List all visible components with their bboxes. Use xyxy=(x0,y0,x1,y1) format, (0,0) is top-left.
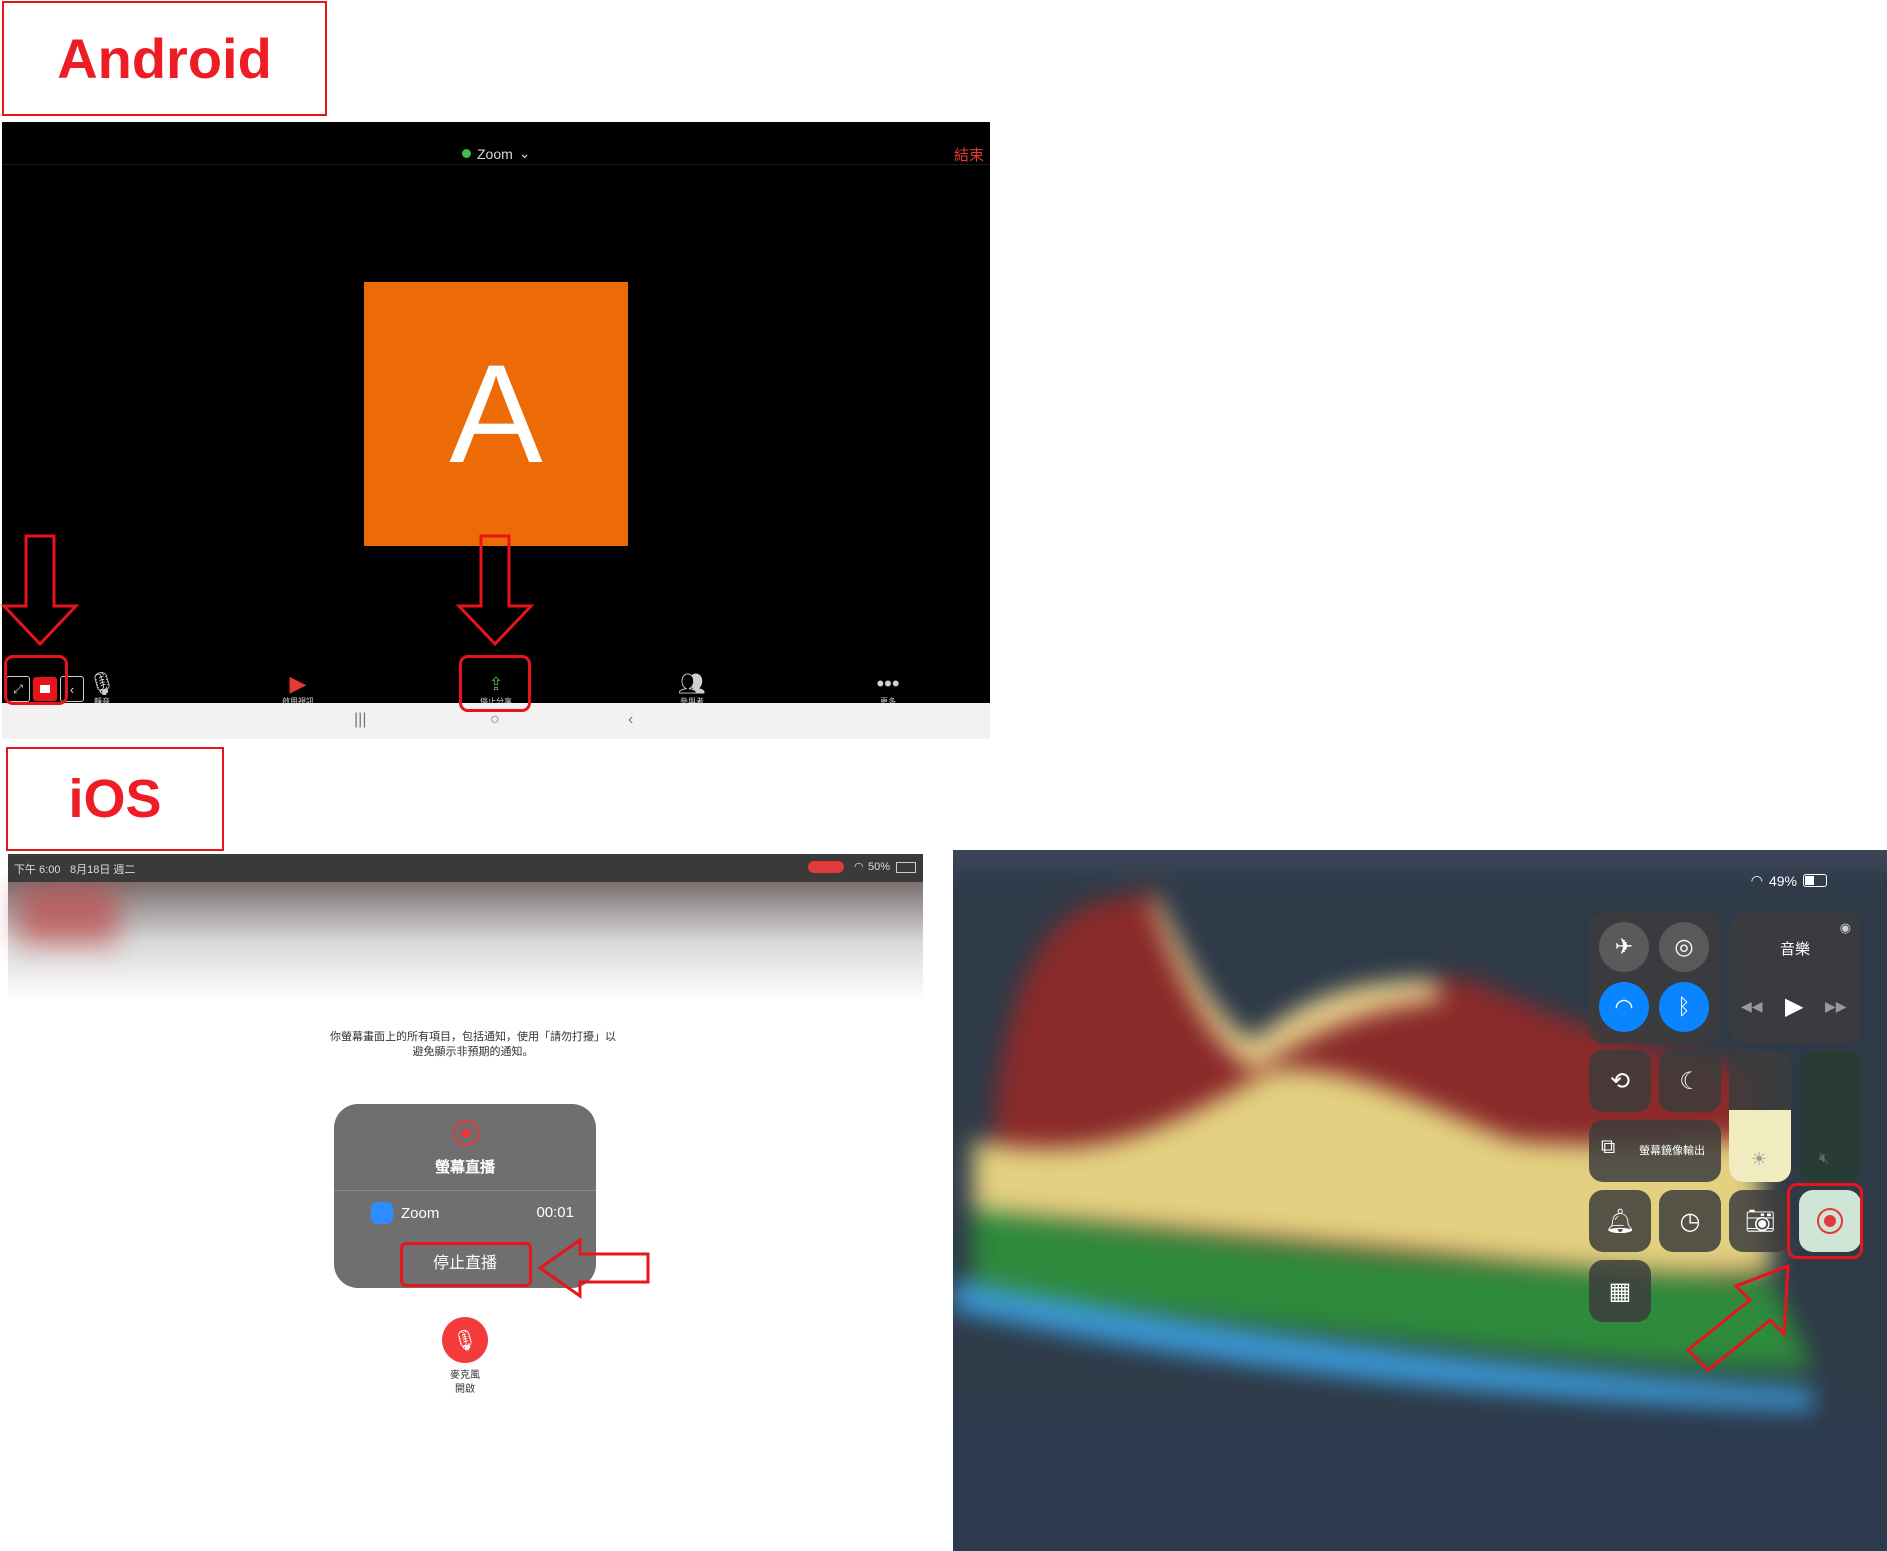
wifi-toggle[interactable]: ◠ xyxy=(1599,982,1649,1032)
status-date: 8月18日 週二 xyxy=(70,864,136,876)
end-meeting-button[interactable]: 結束 xyxy=(954,144,984,165)
broadcast-description: 你螢幕畫面上的所有項目，包括通知，使用「請勿打擾」以避免顯示非預期的通知。 xyxy=(330,1031,616,1058)
bluetooth-icon: ᛒ xyxy=(1677,994,1691,1019)
battery-icon xyxy=(896,862,916,873)
ios-section-label: iOS xyxy=(6,747,224,851)
airdrop-toggle[interactable]: ◎ xyxy=(1659,922,1709,972)
blurred-background-accent xyxy=(18,884,118,944)
diagonal-arrow-icon xyxy=(1685,1263,1790,1373)
timer-icon: ◷ xyxy=(1679,1207,1701,1235)
avatar-initial: A xyxy=(449,335,543,492)
more-button[interactable]: ••• 更多 xyxy=(858,672,918,707)
microphone-icon: 🎙︎ xyxy=(452,1329,478,1352)
do-not-disturb-button[interactable]: ☾ xyxy=(1659,1050,1721,1112)
shield-icon xyxy=(462,149,471,158)
screen-mirroring-icon: ⧉ xyxy=(1601,1136,1616,1158)
zoom-app-icon xyxy=(371,1202,393,1224)
screen-mirroring-label: 螢幕鏡像輸出 xyxy=(1639,1145,1705,1157)
mute-button[interactable]: 🎙︎ 靜音 xyxy=(72,672,132,707)
status-battery: 50% xyxy=(868,861,891,873)
cc-battery-percent: 49% xyxy=(1768,872,1797,889)
orientation-lock-icon: ⟲ xyxy=(1609,1067,1631,1095)
orientation-lock-button[interactable]: ⟲ xyxy=(1589,1050,1651,1112)
wifi-icon: ◠ xyxy=(854,861,864,873)
video-button[interactable]: ▶ 啟用視訊 xyxy=(268,672,328,707)
fast-forward-icon[interactable]: ▶▶ xyxy=(1825,998,1847,1015)
qr-scanner-button[interactable]: ▦ xyxy=(1589,1260,1651,1322)
play-icon[interactable]: ▶ xyxy=(1785,992,1803,1021)
cc-status-bar: ◠ 49% xyxy=(1751,872,1827,889)
airplane-mode-toggle[interactable]: ✈ xyxy=(1599,922,1649,972)
android-section-label: Android xyxy=(2,1,327,116)
blurred-background xyxy=(8,882,923,1002)
connectivity-block: ✈ ◎ ◠ ᛒ xyxy=(1589,912,1721,1044)
bell-icon: 🔔︎ xyxy=(1604,1207,1636,1235)
participant-avatar: A xyxy=(364,282,628,546)
screen-mirroring-button[interactable]: ⧉ 螢幕鏡像輸出 xyxy=(1589,1120,1721,1182)
timer-button[interactable]: ◷ xyxy=(1659,1190,1721,1252)
more-icon: ••• xyxy=(876,671,900,696)
microphone-label: 麥克風 開啟 xyxy=(428,1369,502,1397)
ios-broadcast-screen: 下午 6:00 8月18日 週二 ◠ 50% 你螢幕畫面上的所有項目，包括通知，… xyxy=(8,854,923,1551)
brightness-fill xyxy=(1729,1110,1791,1182)
highlight-stop-broadcast xyxy=(400,1242,532,1287)
down-arrow-icon xyxy=(455,534,535,647)
airdrop-icon: ◎ xyxy=(1674,934,1694,959)
down-arrow-icon xyxy=(0,534,80,647)
music-block[interactable]: 音樂 ◉ ◀◀ ▶ ▶▶ xyxy=(1729,912,1861,1044)
airplay-icon[interactable]: ◉ xyxy=(1840,920,1851,936)
highlight-floating-stop-share xyxy=(4,655,68,705)
airplane-icon: ✈ xyxy=(1614,934,1634,959)
microphone-label-line2: 開啟 xyxy=(455,1384,475,1395)
moon-icon: ☾ xyxy=(1679,1067,1701,1095)
qr-code-icon: ▦ xyxy=(1608,1277,1632,1305)
highlight-stop-share xyxy=(459,655,531,712)
volume-mute-icon: 🔇︎ xyxy=(1819,1150,1830,1167)
participants-button[interactable]: 👥︎ 參與者 xyxy=(662,672,722,707)
camera-button[interactable]: 📷︎ xyxy=(1729,1190,1791,1252)
microphone-label-line1: 麥克風 xyxy=(450,1370,480,1381)
android-zoom-screen: Zoom ⌄ 結束 A ⤢ ‹ 🎙︎ 靜音 ▶ 啟用視訊 ⇪ 停止分享 👥︎ 參… xyxy=(2,122,990,739)
ios-status-bar: 下午 6:00 8月18日 週二 ◠ 50% xyxy=(8,854,923,882)
home-button[interactable]: ○ xyxy=(490,711,500,729)
camera-off-icon: ▶ xyxy=(289,671,307,696)
sun-icon: ☀ xyxy=(1751,1149,1768,1169)
bluetooth-toggle[interactable]: ᛒ xyxy=(1659,982,1709,1032)
left-arrow-icon xyxy=(537,1237,650,1299)
participants-icon: 👥︎ xyxy=(678,671,706,696)
volume-slider[interactable]: 🔇︎ xyxy=(1799,1050,1861,1182)
battery-icon xyxy=(1803,874,1827,887)
wifi-icon: ◠ xyxy=(1750,872,1763,888)
microphone-icon: 🎙︎ xyxy=(88,671,116,696)
camera-icon: 📷︎ xyxy=(1744,1207,1776,1235)
broadcast-app-row[interactable]: Zoom xyxy=(371,1202,439,1224)
microphone-toggle-button[interactable]: 🎙︎ xyxy=(442,1317,488,1363)
recents-button[interactable]: ||| xyxy=(354,711,366,729)
meeting-top-bar: Zoom ⌄ 結束 xyxy=(2,122,990,165)
broadcast-app-name: Zoom xyxy=(401,1204,440,1222)
chevron-down-icon: ⌄ xyxy=(518,145,531,161)
wifi-icon: ◠ xyxy=(1614,994,1634,1019)
broadcast-title: 螢幕直播 xyxy=(434,1159,495,1176)
silent-mode-button[interactable]: 🔔︎ xyxy=(1589,1190,1651,1252)
brightness-slider[interactable]: ☀ xyxy=(1729,1050,1791,1182)
music-title: 音樂 xyxy=(1779,941,1810,958)
status-time: 下午 6:00 xyxy=(14,864,61,876)
rewind-icon[interactable]: ◀◀ xyxy=(1741,998,1763,1015)
meeting-title[interactable]: Zoom ⌄ xyxy=(462,145,531,162)
highlight-screen-record xyxy=(1787,1183,1863,1259)
back-button[interactable]: ‹ xyxy=(628,711,633,729)
ios-control-center-screen: ◠ 49% ✈ ◎ ◠ ᛒ 音樂 ◉ ◀◀ ▶ ▶▶ ⟲ ☾ ☀ 🔇︎ ⧉ 螢幕… xyxy=(953,850,1887,1551)
divider xyxy=(334,1190,596,1191)
meeting-title-text: Zoom xyxy=(477,145,513,162)
record-icon xyxy=(453,1120,479,1146)
broadcast-elapsed-time: 00:01 xyxy=(536,1204,574,1221)
recording-indicator xyxy=(808,861,844,873)
